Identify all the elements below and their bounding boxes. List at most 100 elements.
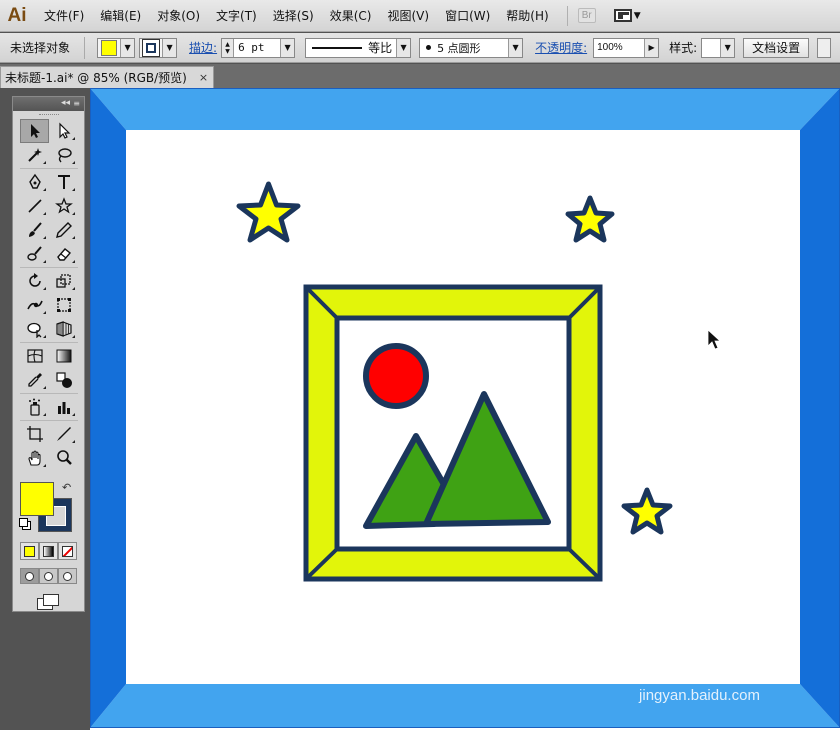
rotate-tool-icon[interactable] [20,269,49,293]
menu-edit[interactable]: 编辑(E) [92,7,149,24]
border-right-bevel[interactable] [800,88,840,728]
type-tool-icon[interactable] [49,170,78,194]
menu-view[interactable]: 视图(V) [379,7,437,24]
stroke-weight-field[interactable]: ▲ ▼ 6 pt ▼ [221,37,296,58]
color-icon [24,545,35,557]
chevron-down-icon[interactable]: ▼ [280,38,295,57]
draw-inside-button[interactable] [58,568,77,584]
border-bottom-bevel[interactable] [90,684,840,728]
brush-label: 5 点圆形 [437,41,481,55]
document-setup-button[interactable]: 文档设置 [743,37,810,58]
slice-tool-icon[interactable] [49,422,78,446]
chevron-down-icon: ▼ [396,38,411,57]
opacity-panel-link[interactable]: 不透明度: [535,39,587,56]
zoom-tool-icon[interactable] [49,446,78,470]
tool-divider [20,420,78,421]
warp-tool-icon[interactable] [20,293,49,317]
pencil-tool-icon[interactable] [49,218,78,242]
border-left-bevel[interactable] [90,88,126,728]
direct-selection-tool-icon[interactable] [49,119,78,143]
control-bar: 未选择对象 ▼ ▼ 描边: ▲ ▼ 6 pt ▼ 等比 ▼ 5 点圆形 ▼ 不透明… [0,33,840,63]
style-swatch [703,39,720,56]
chevron-down-icon: ▼ [720,38,735,57]
color-mode-button[interactable] [20,542,39,560]
selection-tool-icon[interactable] [20,119,49,143]
artboard-tool-icon[interactable] [20,422,49,446]
free-transform-tool-icon[interactable] [49,293,78,317]
tools-panel-header[interactable]: ◂◂ ≡ [13,97,84,111]
shape-builder-tool-icon[interactable] [20,317,49,341]
hand-tool-icon[interactable] [20,446,49,470]
panel-grip[interactable] [13,111,84,119]
draw-normal-button[interactable] [20,568,39,584]
graphic-style-picker[interactable]: ▼ [701,37,736,58]
line-profile-label: 等比 [368,41,393,55]
swap-colors-icon[interactable]: ↶ [62,481,71,494]
color-mode-row [13,542,84,560]
picture-frame[interactable] [303,284,603,582]
border-top-bevel[interactable] [90,88,840,130]
pen-tool-icon[interactable] [20,170,49,194]
draw-behind-icon [44,571,53,581]
mesh-tool-icon[interactable] [20,344,49,368]
fill-color-swatch[interactable] [20,482,54,516]
perspective-grid-tool-icon[interactable] [49,317,78,341]
close-icon[interactable]: × [199,71,208,84]
magic-wand-tool-icon[interactable] [20,143,49,167]
opacity-field[interactable]: 100% ▶ [593,37,660,58]
drawing-mode-row [13,568,84,584]
fill-color-picker[interactable]: ▼ [97,37,136,58]
gradient-mode-button[interactable] [39,542,58,560]
menu-bar: Ai 文件(F) 编辑(E) 对象(O) 文字(T) 选择(S) 效果(C) 视… [0,0,840,32]
document-tab[interactable]: 未标题-1.ai* @ 85% (RGB/预览) × [0,66,214,88]
draw-behind-button[interactable] [39,568,58,584]
symbol-sprayer-tool-icon[interactable] [20,395,49,419]
tool-divider [20,168,78,169]
star-tool-icon[interactable] [49,194,78,218]
brush-definition-select[interactable]: 5 点圆形 ▼ [419,37,524,58]
gradient-tool-icon[interactable] [49,344,78,368]
star-top-right[interactable] [565,195,615,243]
stroke-weight-value[interactable]: 6 pt [234,41,280,54]
opacity-value[interactable]: 100% [594,42,644,53]
tools-panel: ◂◂ ≡ ↶ [12,96,85,612]
lasso-tool-icon[interactable] [49,143,78,167]
stroke-color-picker[interactable]: ▼ [139,37,178,58]
blob-brush-tool-icon[interactable] [20,242,49,266]
variable-width-profile-select[interactable]: 等比 ▼ [305,37,412,58]
menu-type[interactable]: 文字(T) [208,7,265,24]
chevron-down-icon[interactable]: ▶ [644,38,659,57]
star-bottom-right[interactable] [621,487,673,535]
scale-tool-icon[interactable] [49,269,78,293]
paintbrush-tool-icon[interactable] [20,218,49,242]
star-top-left[interactable] [236,181,301,243]
sun-circle[interactable] [363,343,429,409]
menu-object[interactable]: 对象(O) [149,7,208,24]
stroke-panel-link[interactable]: 描边: [189,39,217,56]
collapse-icon[interactable]: ◂◂ [61,98,70,108]
workspace-layout-button[interactable]: ▼ [613,9,641,22]
none-mode-button[interactable] [58,542,77,560]
blend-tool-icon[interactable] [49,368,78,392]
artboard-canvas[interactable]: Bai du 经验 jingyan.baidu.com [90,88,840,730]
draw-inside-icon [63,571,72,581]
stepper-arrows-icon[interactable]: ▲ ▼ [222,38,235,57]
none-icon [62,545,73,557]
eraser-tool-icon[interactable] [49,242,78,266]
tool-divider [20,267,78,268]
line-segment-tool-icon[interactable] [20,194,49,218]
column-graph-tool-icon[interactable] [49,395,78,419]
default-colors-icon[interactable] [19,518,31,530]
panel-menu-icon[interactable]: ≡ [73,99,80,108]
menu-help[interactable]: 帮助(H) [498,7,556,24]
more-options-button[interactable] [817,37,832,58]
menu-file[interactable]: 文件(F) [36,7,92,24]
screen-mode-icon[interactable] [37,594,59,610]
eyedropper-tool-icon[interactable] [20,368,49,392]
selection-status: 未选择对象 [10,41,71,55]
menu-effect[interactable]: 效果(C) [322,7,380,24]
control-divider [84,36,86,59]
bridge-button[interactable]: Br [577,8,596,23]
menu-select[interactable]: 选择(S) [265,7,322,24]
menu-window[interactable]: 窗口(W) [437,7,498,24]
